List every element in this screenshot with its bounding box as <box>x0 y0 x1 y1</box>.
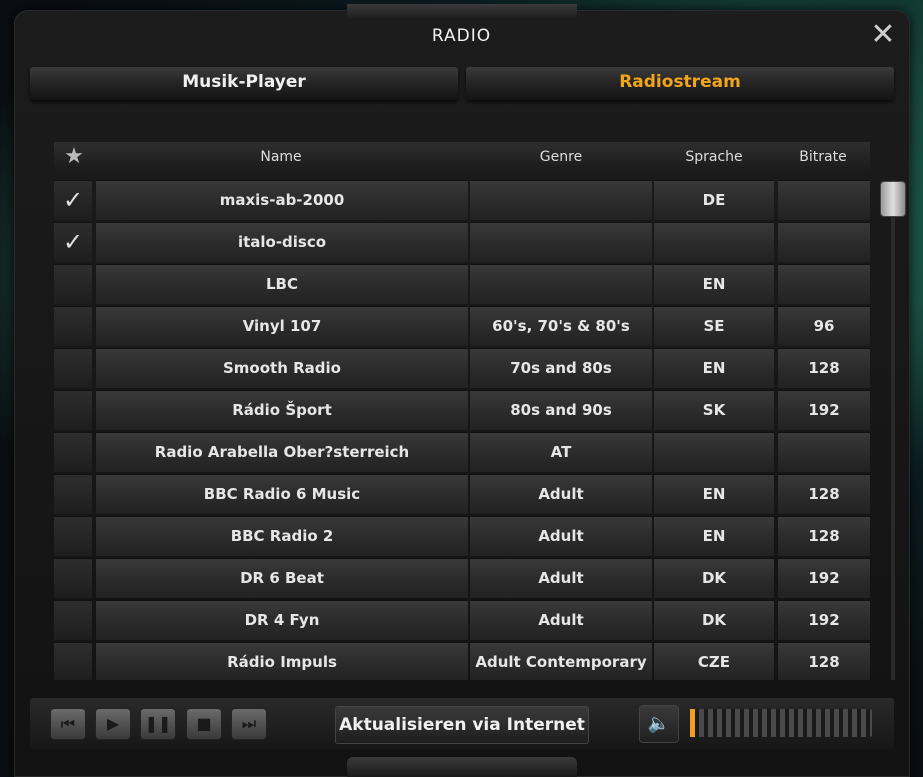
station-bitrate <box>778 222 870 262</box>
table-row[interactable]: ✓ italo-disco <box>54 222 870 262</box>
station-genre <box>470 180 652 220</box>
station-name: DR 6 Beat <box>96 558 468 598</box>
station-bitrate: 192 <box>778 558 870 598</box>
station-bitrate <box>778 432 870 472</box>
scrollbar-thumb[interactable] <box>881 182 905 216</box>
column-header-genre[interactable]: Genre <box>470 142 652 172</box>
station-sprache: EN <box>654 516 774 556</box>
window-top-grip <box>347 4 577 20</box>
checkbox-icon[interactable] <box>54 516 92 556</box>
station-bitrate <box>778 264 870 304</box>
station-name: BBC Radio 6 Music <box>96 474 468 514</box>
tab-radiostream[interactable]: Radiostream <box>466 67 894 100</box>
station-genre <box>470 264 652 304</box>
table-row[interactable]: ✓ maxis-ab-2000 DE <box>54 180 870 220</box>
table-row[interactable]: Smooth Radio 70s and 80s EN 128 <box>54 348 870 388</box>
checkbox-icon[interactable] <box>54 642 92 680</box>
pause-icon[interactable]: ❚❚ <box>141 709 175 739</box>
station-genre: 70s and 80s <box>470 348 652 388</box>
station-name: maxis-ab-2000 <box>96 180 468 220</box>
table-row[interactable]: Radio Arabella Ober?sterreich AT <box>54 432 870 472</box>
station-genre: Adult <box>470 558 652 598</box>
station-list: ✓ maxis-ab-2000 DE ✓ italo-disco LBC EN Vinyl 1… <box>54 180 870 680</box>
station-sprache <box>654 432 774 472</box>
favorite-star-icon[interactable]: ★ <box>54 142 94 172</box>
station-bitrate: 192 <box>778 600 870 640</box>
column-header-name[interactable]: Name <box>94 142 468 172</box>
station-sprache: SE <box>654 306 774 346</box>
skip-back-icon[interactable]: ⏮ <box>51 709 85 739</box>
table-row[interactable]: Rádio Šport 80s and 90s SK 192 <box>54 390 870 430</box>
checkbox-icon[interactable] <box>54 348 92 388</box>
update-via-internet-button[interactable]: Aktualisieren via Internet <box>336 707 588 743</box>
station-bitrate <box>778 180 870 220</box>
station-sprache: EN <box>654 264 774 304</box>
stop-icon[interactable]: ■ <box>187 709 221 739</box>
station-genre: Adult <box>470 474 652 514</box>
station-bitrate: 128 <box>778 516 870 556</box>
table-row[interactable]: BBC Radio 2 Adult EN 128 <box>54 516 870 556</box>
checkbox-icon[interactable]: ✓ <box>54 180 92 220</box>
play-icon[interactable]: ▶ <box>96 709 130 739</box>
checkbox-icon[interactable] <box>54 474 92 514</box>
station-name: LBC <box>96 264 468 304</box>
checkbox-icon[interactable] <box>54 600 92 640</box>
checkbox-icon[interactable]: ✓ <box>54 222 92 262</box>
station-genre <box>470 222 652 262</box>
station-sprache: CZE <box>654 642 774 680</box>
station-name: italo-disco <box>96 222 468 262</box>
table-row[interactable]: Rádio Impuls Adult Contemporary CZE 128 <box>54 642 870 680</box>
station-bitrate: 192 <box>778 390 870 430</box>
station-genre: 60's, 70's & 80's <box>470 306 652 346</box>
checkbox-icon[interactable] <box>54 390 92 430</box>
station-name: Rádio Impuls <box>96 642 468 680</box>
scrollbar-track[interactable] <box>891 180 895 680</box>
close-icon[interactable]: ✕ <box>866 20 900 54</box>
station-bitrate: 96 <box>778 306 870 346</box>
table-row[interactable]: DR 6 Beat Adult DK 192 <box>54 558 870 598</box>
checkbox-icon[interactable] <box>54 558 92 598</box>
station-sprache <box>654 222 774 262</box>
table-header: ★ Name Genre Sprache Bitrate <box>54 142 870 172</box>
station-sprache: DK <box>654 558 774 598</box>
station-name: Radio Arabella Ober?sterreich <box>96 432 468 472</box>
station-name: BBC Radio 2 <box>96 516 468 556</box>
station-sprache: DE <box>654 180 774 220</box>
speaker-icon[interactable]: 🔈 <box>640 706 678 742</box>
column-header-sprache[interactable]: Sprache <box>654 142 774 172</box>
station-bitrate: 128 <box>778 642 870 680</box>
table-row[interactable]: Vinyl 107 60's, 70's & 80's SE 96 <box>54 306 870 346</box>
station-sprache: EN <box>654 348 774 388</box>
station-genre: Adult Contemporary <box>470 642 652 680</box>
checkbox-icon[interactable] <box>54 306 92 346</box>
table-row[interactable]: LBC EN <box>54 264 870 304</box>
checkbox-icon[interactable] <box>54 432 92 472</box>
skip-forward-icon[interactable]: ⏭ <box>232 709 266 739</box>
station-sprache: EN <box>654 474 774 514</box>
table-row[interactable]: DR 4 Fyn Adult DK 192 <box>54 600 870 640</box>
station-name: Rádio Šport <box>96 390 468 430</box>
checkbox-icon[interactable] <box>54 264 92 304</box>
station-sprache: SK <box>654 390 774 430</box>
station-sprache: DK <box>654 600 774 640</box>
station-genre: 80s and 90s <box>470 390 652 430</box>
station-genre: Adult <box>470 516 652 556</box>
window-title: RADIO <box>431 26 492 46</box>
station-bitrate: 128 <box>778 474 870 514</box>
station-name: Vinyl 107 <box>96 306 468 346</box>
station-name: Smooth Radio <box>96 348 468 388</box>
station-genre: AT <box>470 432 652 472</box>
station-genre: Adult <box>470 600 652 640</box>
table-row[interactable]: BBC Radio 6 Music Adult EN 128 <box>54 474 870 514</box>
tab-musik-player[interactable]: Musik-Player <box>30 67 458 100</box>
column-header-bitrate[interactable]: Bitrate <box>776 142 870 172</box>
station-bitrate: 128 <box>778 348 870 388</box>
volume-slider[interactable] <box>690 709 872 737</box>
volume-level <box>690 709 700 737</box>
station-name: DR 4 Fyn <box>96 600 468 640</box>
window-bottom-grip <box>347 757 577 777</box>
